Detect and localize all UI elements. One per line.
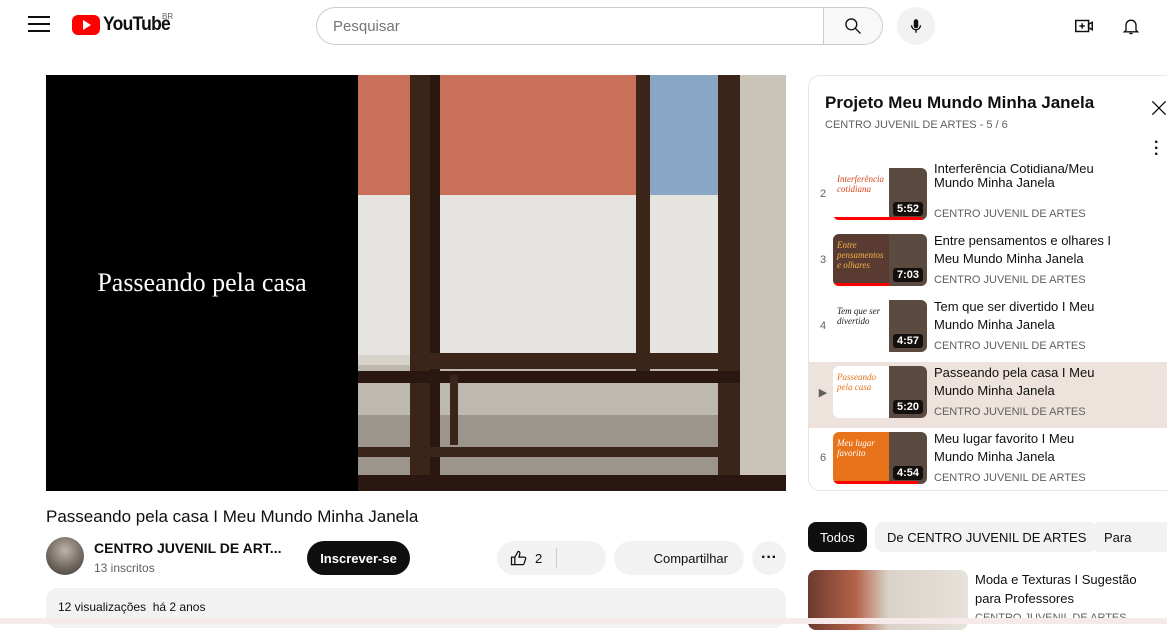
bottom-edge (0, 618, 1167, 624)
duration-badge: 4:57 (892, 334, 923, 348)
duration-badge: 5:20 (892, 400, 923, 414)
duration-badge: 7:03 (892, 268, 923, 282)
share-button[interactable]: Compartilhar (614, 541, 744, 575)
bell-icon (1122, 19, 1140, 35)
playlist-item[interactable]: 3 Entre pensamentos e olhares 7:03 Entre pe… (809, 230, 1167, 296)
thumbnail-text: Entre pensamentos e olhares (833, 234, 893, 286)
voice-search-button[interactable] (897, 7, 935, 45)
duration-badge: 5:52 (892, 202, 923, 216)
youtube-play-icon (72, 15, 100, 35)
thumbnail-text: Interferência cotidiana (833, 168, 893, 220)
mic-icon (910, 19, 922, 33)
thumbnail-text: Passeando pela casa (833, 366, 893, 418)
create-icon (1075, 19, 1093, 33)
watch-progress-bar (833, 481, 918, 484)
search-box[interactable] (316, 7, 824, 45)
menu-icon[interactable] (28, 16, 50, 32)
playlist-item-title: Passeando pela casa I Meu Mundo Minha Jan… (934, 365, 1095, 398)
channel-avatar[interactable] (46, 537, 84, 575)
playlist-item[interactable]: 6 Meu lugar favorito 4:54 Meu lugar favorit… (809, 428, 1167, 490)
playlist-item-index: 4 (819, 320, 827, 332)
playlist-item[interactable]: ▶ Passeando pela casa 5:20 Passeando pela c… (809, 362, 1167, 428)
chip-todos[interactable]: Todos (808, 522, 867, 552)
playlist-item-title: Meu lugar favorito I Meu Mundo Minha Jane… (934, 431, 1075, 464)
search-input[interactable] (333, 17, 824, 35)
like-divider (556, 548, 557, 568)
playlist-item[interactable]: 4 Tem que ser divertido 4:57 Tem que ser di… (809, 296, 1167, 362)
watch-progress-bar (833, 283, 890, 286)
window-scene-image (358, 75, 786, 491)
playlist-item-channel: CENTRO JUVENIL DE ARTES (934, 472, 1086, 484)
more-actions-button[interactable]: ··· (752, 541, 786, 575)
playlist-item-channel: CENTRO JUVENIL DE ARTES (934, 274, 1086, 286)
recommendation-title[interactable]: Moda e Texturas I Sugestão para Professo… (975, 570, 1150, 608)
subscriber-count: 13 inscritos (94, 561, 155, 575)
thumbs-up-icon (510, 550, 527, 566)
playlist-item-title: Entre pensamentos e olhares I Meu Mundo M… (934, 233, 1112, 266)
playlist-item-thumbnail[interactable]: Interferência cotidiana 5:52 (833, 168, 927, 220)
playlist-menu-icon[interactable]: · · · (1154, 135, 1159, 163)
chip-channel[interactable]: De CENTRO JUVENIL DE ARTES (875, 522, 1099, 552)
country-code: BR (162, 12, 174, 21)
playlist-subtitle: CENTRO JUVENIL DE ARTES - 5 / 6 (825, 119, 1008, 131)
like-count: 2 (535, 550, 543, 566)
search-icon (845, 18, 861, 34)
playlist-item-thumbnail[interactable]: Tem que ser divertido 4:57 (833, 300, 927, 352)
video-player[interactable]: Passeando pela casa (46, 75, 786, 491)
watch-progress-bar (833, 217, 923, 220)
playlist-item[interactable]: 2 Interferência cotidiana 5:52 Interferênci… (809, 164, 1167, 230)
close-icon[interactable] (1149, 98, 1167, 118)
thumbnail-text: Tem que ser divertido (833, 300, 893, 352)
youtube-logo[interactable]: YouTube BR (72, 12, 176, 36)
playlist-item-title: Tem que ser divertido I Meu Mundo Minha J… (934, 299, 1095, 332)
recommendation-title-line1: Moda e Texturas I Sugestão (975, 572, 1137, 587)
playlist-item-thumbnail[interactable]: Entre pensamentos e olhares 7:03 (833, 234, 927, 286)
search-button[interactable] (823, 7, 883, 45)
duration-badge: 4:54 (892, 466, 923, 480)
playlist-panel: Projeto Meu Mundo Minha Janela CENTRO JU… (808, 75, 1167, 491)
now-playing-icon: ▶ (818, 387, 828, 399)
like-button[interactable]: 2 (497, 541, 606, 575)
channel-name[interactable]: CENTRO JUVENIL DE ART... (94, 540, 281, 556)
create-button[interactable] (1072, 14, 1096, 38)
view-count: 12 visualizações (58, 600, 147, 614)
logo-text: YouTube (103, 14, 171, 35)
chip-for-you[interactable]: Para (1092, 522, 1167, 552)
playlist-item-channel: CENTRO JUVENIL DE ARTES (934, 340, 1086, 352)
playlist-item-index: 6 (819, 452, 827, 464)
playlist-item-title: Interferência Cotidiana/Meu Mundo Minha J… (934, 164, 1094, 190)
video-title: Passeando pela casa I Meu Mundo Minha Ja… (46, 507, 419, 526)
playlist-item-channel: CENTRO JUVENIL DE ARTES (934, 208, 1086, 220)
thumbnail-text: Meu lugar favorito (833, 432, 893, 484)
playlist-item-thumbnail[interactable]: Meu lugar favorito 4:54 (833, 432, 927, 484)
video-frame (358, 75, 786, 491)
playlist-item-index: 3 (819, 254, 827, 266)
video-overlay-text: Passeando pela casa (46, 75, 358, 491)
playlist-item-index: 2 (819, 188, 827, 200)
upload-age: há 2 anos (152, 600, 206, 614)
notifications-button[interactable] (1119, 14, 1143, 38)
subscribe-button[interactable]: Inscrever-se (307, 541, 410, 575)
playlist-title[interactable]: Projeto Meu Mundo Minha Janela (825, 93, 1094, 113)
playlist-item-channel: CENTRO JUVENIL DE ARTES (934, 406, 1086, 418)
recommendation-title-line2: para Professores (975, 591, 1074, 606)
playlist-item-thumbnail[interactable]: Passeando pela casa 5:20 (833, 366, 927, 418)
